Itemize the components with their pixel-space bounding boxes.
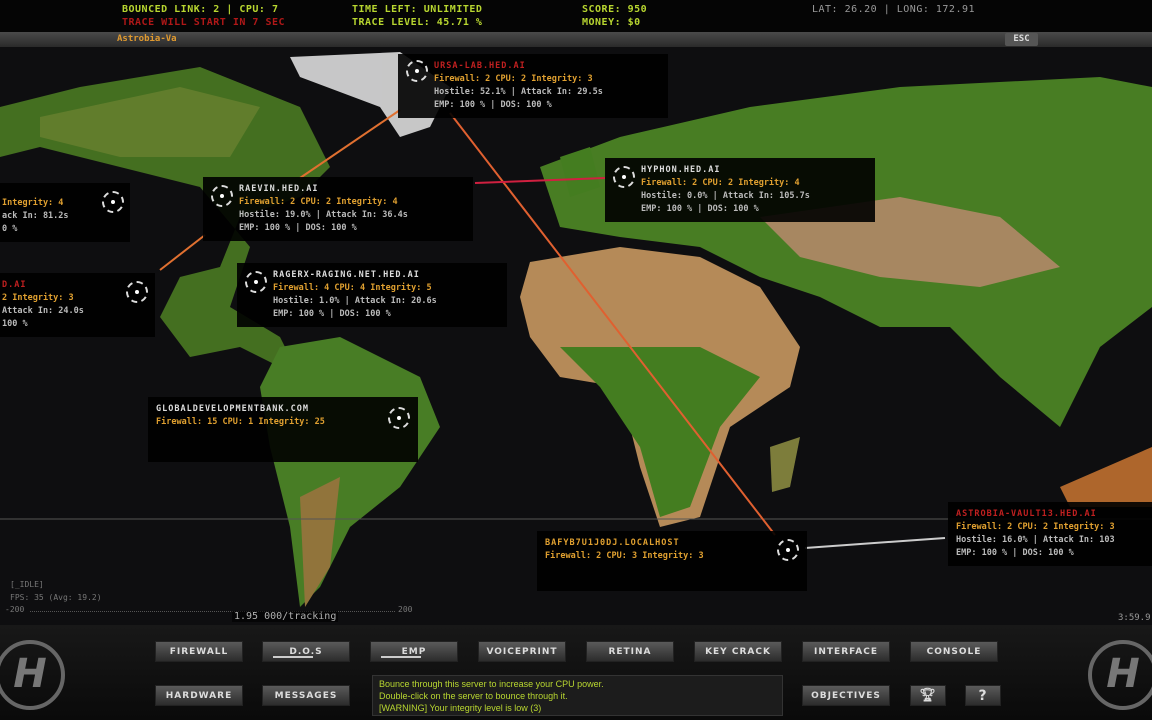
hardware-button[interactable]: HARDWARE bbox=[155, 685, 243, 706]
bounce-link-line bbox=[159, 234, 206, 271]
retina-button[interactable]: RETINA bbox=[586, 641, 674, 662]
server-status: EMP: 100 % | DOS: 100 % bbox=[273, 309, 391, 319]
messages-button[interactable]: MESSAGES bbox=[262, 685, 350, 706]
message-line: [WARNING] Your integrity level is low (3… bbox=[379, 703, 542, 713]
server-specs: Firewall: 4 CPU: 4 Integrity: 5 bbox=[273, 283, 432, 293]
server-status: 0 % bbox=[2, 224, 18, 234]
emp-charge-bar bbox=[381, 656, 421, 658]
graph-axis-min: -200 bbox=[5, 605, 25, 614]
server-node[interactable]: GLOBALDEVELOPMENTBANK.COM Firewall: 15 C… bbox=[148, 397, 418, 462]
target-icon bbox=[126, 281, 148, 303]
world-map[interactable]: URSA-LAB.HED.AI Firewall: 2 CPU: 2 Integ… bbox=[0, 47, 1152, 625]
server-name: RAEVIN.HED.AI bbox=[239, 184, 319, 194]
link-line bbox=[804, 537, 946, 549]
message-log: Bounce through this server to increase y… bbox=[372, 675, 783, 716]
server-hostile: Attack In: 24.0s bbox=[2, 306, 84, 316]
server-specs: Firewall: 2 CPU: 2 Integrity: 4 bbox=[239, 197, 398, 207]
server-specs: Firewall: 2 CPU: 2 Integrity: 3 bbox=[434, 74, 593, 84]
esc-button[interactable]: ESC bbox=[1005, 33, 1038, 46]
server-status: EMP: 100 % | DOS: 100 % bbox=[641, 204, 759, 214]
server-hostile: ack In: 81.2s bbox=[2, 211, 69, 221]
target-icon bbox=[211, 185, 233, 207]
server-node[interactable]: RAEVIN.HED.AI Firewall: 2 CPU: 2 Integri… bbox=[203, 177, 473, 241]
score: SCORE: 950 bbox=[582, 4, 648, 15]
target-icon bbox=[102, 191, 124, 213]
message-line: Bounce through this server to increase y… bbox=[379, 679, 604, 689]
game-logo: H bbox=[0, 640, 65, 710]
emp-button[interactable]: EMP bbox=[370, 641, 458, 662]
control-panel: H H FIREWALL D.O.S EMP VOICEPRINT RETINA… bbox=[0, 625, 1152, 720]
top-hud: BOUNCED LINK: 2 | CPU: 7 TRACE WILL STAR… bbox=[0, 0, 1152, 32]
idle-status: [_IDLE] bbox=[10, 580, 44, 589]
objectives-button[interactable]: OBJECTIVES bbox=[802, 685, 890, 706]
server-node-localhost[interactable]: BAFYB7U1J0DJ.LOCALHOST Firewall: 2 CPU: … bbox=[537, 531, 807, 591]
server-name: HYPHON.HED.AI bbox=[641, 165, 721, 175]
server-status: 100 % bbox=[2, 319, 28, 329]
time-left: TIME LEFT: UNLIMITED bbox=[352, 4, 483, 15]
voiceprint-button[interactable]: VOICEPRINT bbox=[478, 641, 566, 662]
current-location: Astrobia-Va bbox=[117, 34, 177, 44]
graph-axis bbox=[30, 611, 395, 612]
server-node[interactable]: Integrity: 4 ack In: 81.2s 0 % bbox=[0, 183, 130, 242]
server-name: ASTROBIA-VAULT13.HED.AI bbox=[956, 509, 1097, 519]
target-icon bbox=[245, 271, 267, 293]
server-specs: Firewall: 2 CPU: 2 Integrity: 4 bbox=[641, 178, 800, 188]
server-hostile: Hostile: 19.0% | Attack In: 36.4s bbox=[239, 210, 408, 220]
clock: 3:59.9 bbox=[1118, 613, 1151, 623]
coordinates: LAT: 26.20 | LONG: 172.91 bbox=[812, 4, 976, 15]
game-logo: H bbox=[1088, 640, 1152, 710]
server-specs: Firewall: 2 CPU: 3 Integrity: 3 bbox=[545, 551, 704, 561]
server-node[interactable]: URSA-LAB.HED.AI Firewall: 2 CPU: 2 Integ… bbox=[398, 54, 668, 118]
target-icon bbox=[777, 539, 799, 561]
server-name: URSA-LAB.HED.AI bbox=[434, 61, 526, 71]
server-node[interactable]: D.AI 2 Integrity: 3 Attack In: 24.0s 100… bbox=[0, 273, 155, 337]
server-status: EMP: 100 % | DOS: 100 % bbox=[434, 100, 552, 110]
location-bar: Astrobia-Va ESC bbox=[0, 32, 1152, 47]
dos-charge-bar bbox=[273, 656, 313, 658]
trophy-button[interactable]: 🏆︎ bbox=[910, 685, 946, 706]
message-line: Double-click on the server to bounce thr… bbox=[379, 691, 568, 701]
target-icon bbox=[613, 166, 635, 188]
console-button[interactable]: CONSOLE bbox=[910, 641, 998, 662]
server-specs: Firewall: 15 CPU: 1 Integrity: 25 bbox=[156, 417, 325, 427]
fps-readout: FPS: 35 (Avg: 19.2) bbox=[10, 593, 102, 602]
interface-button[interactable]: INTERFACE bbox=[802, 641, 890, 662]
help-button[interactable]: ? bbox=[965, 685, 1001, 706]
key-crack-button[interactable]: KEY CRACK bbox=[694, 641, 782, 662]
trace-warning: TRACE WILL START IN 7 SEC bbox=[122, 17, 286, 28]
server-name: RAGERX-RAGING.NET.HED.AI bbox=[273, 270, 420, 280]
server-hostile: Hostile: 52.1% | Attack In: 29.5s bbox=[434, 87, 603, 97]
server-node[interactable]: HYPHON.HED.AI Firewall: 2 CPU: 2 Integri… bbox=[605, 158, 875, 222]
money: MONEY: $0 bbox=[582, 17, 641, 28]
graph-axis-max: 200 bbox=[398, 605, 413, 614]
server-hostile: Hostile: 16.0% | Attack In: 103 bbox=[956, 535, 1115, 545]
server-hostile: Hostile: 1.0% | Attack In: 20.6s bbox=[273, 296, 437, 306]
server-status: EMP: 100 % | DOS: 100 % bbox=[956, 548, 1074, 558]
server-status: EMP: 100 % | DOS: 100 % bbox=[239, 223, 357, 233]
server-node[interactable]: ASTROBIA-VAULT13.HED.AI Firewall: 2 CPU:… bbox=[948, 502, 1152, 566]
trophy-icon: 🏆︎ bbox=[919, 688, 937, 703]
server-specs: Firewall: 2 CPU: 2 Integrity: 3 bbox=[956, 522, 1115, 532]
firewall-button[interactable]: FIREWALL bbox=[155, 641, 243, 662]
target-icon bbox=[406, 60, 428, 82]
server-name: BAFYB7U1J0DJ.LOCALHOST bbox=[545, 538, 680, 548]
server-hostile: Hostile: 0.0% | Attack In: 105.7s bbox=[641, 191, 810, 201]
bounced-link-status: BOUNCED LINK: 2 | CPU: 7 bbox=[122, 4, 279, 15]
server-node[interactable]: RAGERX-RAGING.NET.HED.AI Firewall: 4 CPU… bbox=[237, 263, 507, 327]
dos-button[interactable]: D.O.S bbox=[262, 641, 350, 662]
server-name: GLOBALDEVELOPMENTBANK.COM bbox=[156, 404, 309, 414]
tracking-label: 1.95 000/tracking bbox=[232, 611, 339, 622]
target-icon bbox=[388, 407, 410, 429]
trace-level: TRACE LEVEL: 45.71 % bbox=[352, 17, 483, 28]
